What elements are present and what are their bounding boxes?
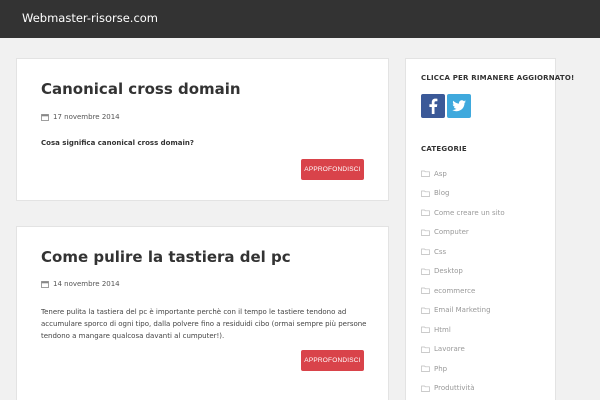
category-item[interactable]: Php — [421, 359, 505, 379]
sidebar: CLICCA PER RIMANERE AGGIORNATO! CATEGORI… — [405, 58, 574, 400]
post-excerpt: Cosa significa canonical cross domain? — [41, 139, 194, 147]
category-item[interactable]: Html — [421, 320, 505, 340]
categories-list: Asp Blog Come creare un sito Computer Css Des… — [421, 164, 505, 398]
folder-icon — [421, 385, 430, 392]
post-date: 14 novembre 2014 — [41, 280, 120, 288]
folder-icon — [421, 170, 430, 178]
categories-heading: CATEGORIE — [421, 145, 467, 153]
post-card: Come pulire la tastiera del pc 14 novemb… — [16, 226, 389, 400]
post-date: 17 novembre 2014 — [41, 113, 120, 121]
category-item[interactable]: Produttività — [421, 379, 505, 399]
twitter-icon[interactable] — [447, 94, 471, 118]
category-label: Asp — [434, 169, 447, 178]
category-label: Computer — [434, 228, 469, 237]
folder-icon — [421, 287, 430, 295]
category-item[interactable]: Blog — [421, 184, 505, 204]
calendar-icon — [41, 114, 49, 121]
top-bar: Webmaster-risorse.com — [0, 0, 600, 38]
category-item[interactable]: Desktop — [421, 262, 505, 282]
category-label: Desktop — [434, 267, 463, 276]
folder-icon — [421, 346, 430, 353]
read-more-button[interactable]: APPROFONDISCI — [301, 159, 364, 180]
folder-icon — [421, 209, 430, 217]
category-label: ecommerce — [434, 286, 476, 295]
facebook-icon[interactable] — [421, 94, 445, 118]
post-date-text: 14 novembre 2014 — [53, 280, 120, 288]
category-label: Produttività — [434, 384, 475, 393]
folder-icon — [421, 365, 430, 373]
category-item[interactable]: Come creare un sito — [421, 203, 505, 223]
category-label: Css — [434, 247, 447, 256]
category-label: Lavorare — [434, 345, 465, 354]
category-item[interactable]: Lavorare — [421, 340, 505, 360]
follow-heading: CLICCA PER RIMANERE AGGIORNATO! — [421, 74, 575, 82]
post-excerpt: Tenere pulita la tastiera del pc è impor… — [41, 308, 367, 340]
category-item[interactable]: Css — [421, 242, 505, 262]
calendar-icon — [41, 281, 49, 288]
folder-icon — [421, 229, 430, 236]
category-label: Email Marketing — [434, 306, 491, 315]
category-label: Come creare un sito — [434, 208, 505, 217]
category-label: Php — [434, 364, 448, 373]
social-links — [421, 94, 471, 118]
category-item[interactable]: Email Marketing — [421, 301, 505, 321]
post-title-link[interactable]: Canonical cross domain — [41, 80, 241, 98]
site-title-link[interactable]: Webmaster-risorse.com — [22, 11, 158, 25]
category-item[interactable]: Computer — [421, 223, 505, 243]
category-label: Blog — [434, 189, 450, 198]
post-title-link[interactable]: Come pulire la tastiera del pc — [41, 248, 291, 266]
folder-icon — [421, 307, 430, 314]
post-date-text: 17 novembre 2014 — [53, 113, 120, 121]
category-item[interactable]: Asp — [421, 164, 505, 184]
category-item[interactable]: ecommerce — [421, 281, 505, 301]
folder-icon — [421, 268, 430, 275]
read-more-button[interactable]: APPROFONDISCI — [301, 350, 364, 371]
folder-icon — [421, 190, 430, 197]
category-label: Html — [434, 325, 451, 334]
post-card: Canonical cross domain 17 novembre 2014 … — [16, 58, 389, 201]
folder-icon — [421, 248, 430, 256]
folder-icon — [421, 326, 430, 334]
